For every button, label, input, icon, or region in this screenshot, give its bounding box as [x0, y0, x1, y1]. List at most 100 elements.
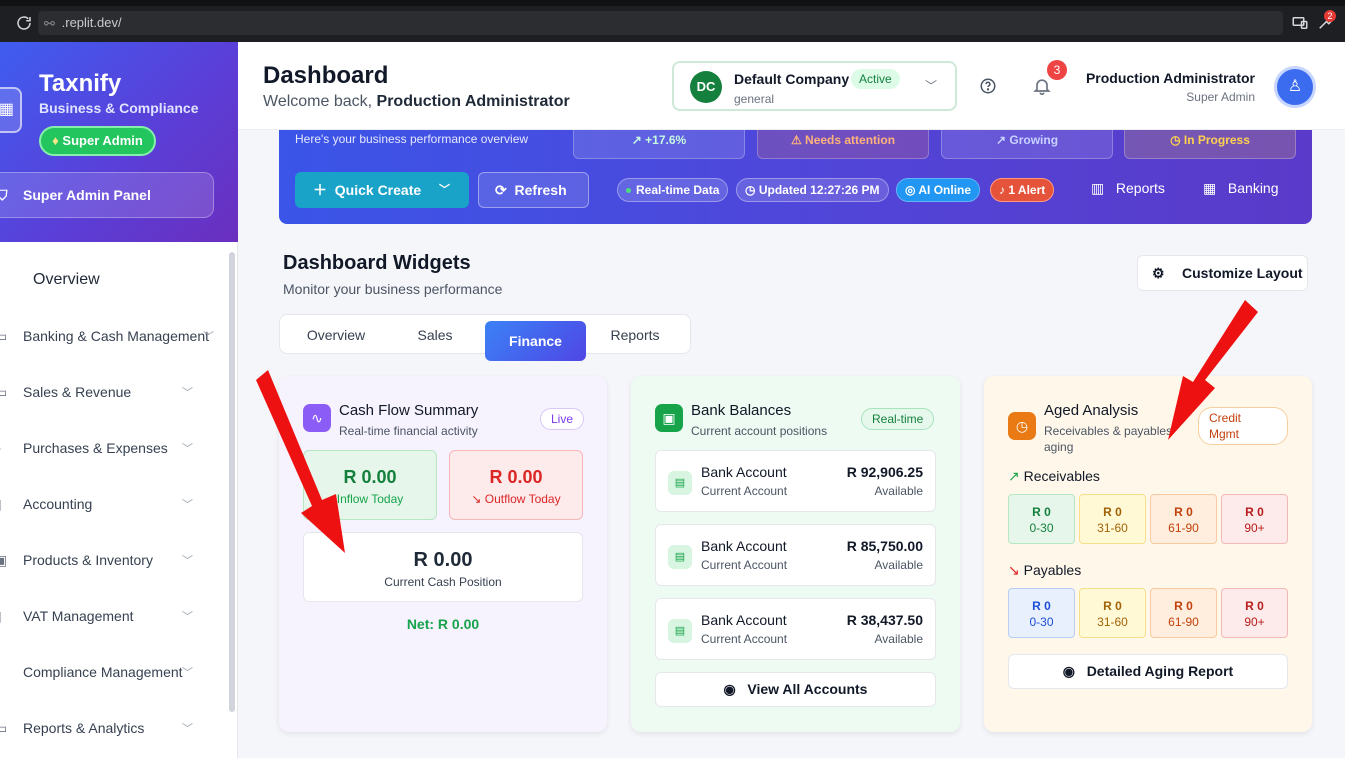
- chevron-down-icon: ﹀: [182, 387, 193, 399]
- quick-create-button[interactable]: ＋ Quick Create ﹀: [295, 172, 469, 208]
- live-badge: Live: [540, 408, 585, 430]
- aging-range: 61-90: [1168, 615, 1199, 629]
- account-row[interactable]: ▤ Bank Account Current Account R 85,750.…: [655, 524, 936, 586]
- aging-bucket[interactable]: R 0 31-60: [1079, 588, 1146, 638]
- sidebar-item-label: Overview: [33, 271, 100, 288]
- updated-time-label: Updated 12:27:26 PM: [758, 183, 880, 197]
- view-all-accounts-button[interactable]: ◉ View All Accounts: [655, 672, 936, 707]
- banking-link[interactable]: ▦ Banking: [1203, 180, 1279, 197]
- realtime-badge: Real-time: [861, 408, 935, 430]
- account-row[interactable]: ▤ Bank Account Current Account R 92,906.…: [655, 450, 936, 512]
- chevron-down-icon: ﹀: [925, 79, 938, 93]
- url-text: .replit.dev/: [61, 15, 122, 30]
- outflow-box: R 0.00 ↘ Outflow Today: [449, 450, 583, 520]
- sidebar-item-vat[interactable]: ▯ VAT Management ﹀: [0, 588, 226, 644]
- super-admin-panel-button[interactable]: ⛉ Super Admin Panel: [0, 172, 214, 218]
- payables-heading: ↘ Payables: [1008, 562, 1081, 579]
- bell-icon[interactable]: [1032, 76, 1052, 96]
- chevron-down-icon: ﹀: [182, 611, 193, 623]
- user-name: Production Administrator: [1085, 70, 1255, 86]
- reports-link[interactable]: ▥ Reports: [1091, 180, 1165, 197]
- hero-stat-progress: ◷ In Progress: [1124, 130, 1296, 159]
- gear-icon: ⚙: [1152, 265, 1165, 281]
- company-status-badge: Active: [851, 69, 900, 89]
- chevron-down-icon: ﹀: [182, 499, 193, 511]
- sidebar-item-sales[interactable]: ▭ Sales & Revenue ﹀: [0, 364, 226, 420]
- aging-value: R 0: [1174, 505, 1193, 519]
- card-subtitle: Receivables & payables aging: [1044, 423, 1172, 455]
- bank-card-icon: ▤: [668, 619, 692, 643]
- sidebar: ▦ Taxnify Business & Compliance ♦ Super …: [0, 42, 238, 758]
- company-name: Default Company: [734, 71, 850, 87]
- card-subtitle-line1: Receivables & payables: [1044, 424, 1173, 438]
- inflow-value: R 0.00: [343, 467, 397, 487]
- aging-bucket[interactable]: R 0 0-30: [1008, 494, 1075, 544]
- receipt-icon: ▯: [0, 608, 8, 625]
- sidebar-item-products[interactable]: ▣ Products & Inventory ﹀: [0, 532, 226, 588]
- sidebar-item-banking[interactable]: ▭ Banking & Cash Management ﹀: [0, 308, 226, 364]
- avatar[interactable]: ♙: [1274, 66, 1316, 108]
- sidebar-item-label: Accounting: [23, 496, 93, 512]
- aging-bucket[interactable]: R 0 90+: [1221, 494, 1288, 544]
- updated-time-pill: ◷ Updated 12:27:26 PM: [736, 178, 889, 202]
- aging-bucket[interactable]: R 0 31-60: [1079, 494, 1146, 544]
- aging-value: R 0: [1174, 599, 1193, 613]
- banking-link-label: Banking: [1227, 180, 1279, 196]
- customize-layout-button[interactable]: ⚙ Customize Layout: [1137, 255, 1308, 291]
- sidebar-item-overview[interactable]: ⌞ Overview: [0, 252, 226, 308]
- sidebar-item-compliance[interactable]: ◖ Compliance Management ﹀: [0, 644, 226, 700]
- cash-position-box: R 0.00 Current Cash Position: [303, 532, 583, 602]
- sidebar-item-accounting[interactable]: ▯ Accounting ﹀: [0, 476, 226, 532]
- help-icon[interactable]: [979, 77, 997, 95]
- chevron-down-icon: ﹀: [182, 723, 193, 735]
- sales-icon: ▭: [0, 383, 8, 400]
- chevron-down-icon: ﹀: [439, 184, 450, 196]
- sidebar-scrollbar[interactable]: [229, 252, 235, 712]
- realtime-data-pill: Real-time Data: [617, 178, 729, 202]
- ai-online-label: AI Online: [918, 183, 972, 197]
- address-bar[interactable]: ⚯ .replit.dev/: [38, 11, 1283, 35]
- cast-icon[interactable]: [1291, 14, 1309, 32]
- tab-overview[interactable]: Overview: [295, 315, 377, 355]
- hero-text: Here's your business performance overvie…: [295, 132, 529, 146]
- refresh-button[interactable]: ⟳ Refresh: [478, 172, 589, 208]
- alert-pill[interactable]: ♪ 1 Alert: [990, 178, 1055, 202]
- credit-mgmt-badge: Credit Mgmt: [1198, 407, 1288, 445]
- detailed-aging-report-button[interactable]: ◉ Detailed Aging Report: [1008, 654, 1288, 689]
- aging-bucket[interactable]: R 0 61-90: [1150, 588, 1217, 638]
- refresh-icon: ⟳: [495, 182, 507, 198]
- tab-finance[interactable]: Finance: [485, 321, 586, 361]
- building-icon: ▦: [1203, 180, 1217, 196]
- user-icon: ♙: [1287, 78, 1303, 95]
- super-admin-panel-label: Super Admin Panel: [23, 187, 151, 203]
- net-value: Net: R 0.00: [406, 616, 480, 632]
- arrow-down-right-icon: ↘: [1008, 562, 1020, 578]
- extension-badge: 2: [1324, 10, 1336, 22]
- aging-bucket[interactable]: R 0 90+: [1221, 588, 1288, 638]
- notification-badge: 3: [1047, 60, 1067, 80]
- aging-bucket[interactable]: R 0 61-90: [1150, 494, 1217, 544]
- account-status: Available: [874, 558, 923, 572]
- tab-reports[interactable]: Reports: [595, 315, 675, 355]
- hero-stat-attention: ⚠ Needs attention: [757, 130, 929, 159]
- tab-sales[interactable]: Sales: [395, 315, 475, 355]
- account-type: Current Account: [701, 632, 788, 646]
- company-selector[interactable]: DC Default Company Active general ﹀: [672, 61, 957, 111]
- sidebar-item-reports[interactable]: ▭ Reports & Analytics ﹀: [0, 700, 226, 756]
- sidebar-item-purchases[interactable]: ⌕ Purchases & Expenses ﹀: [0, 420, 226, 476]
- cash-position-label: Current Cash Position: [384, 575, 502, 589]
- account-row[interactable]: ▤ Bank Account Current Account R 38,437.…: [655, 598, 936, 660]
- hero-banner: Here's your business performance overvie…: [279, 130, 1312, 224]
- reload-icon[interactable]: [15, 14, 33, 32]
- sidebar-item-label: Products & Inventory: [23, 552, 153, 568]
- welcome-text: Welcome back, Production Administrator: [263, 93, 570, 111]
- role-badge-label: Super Admin: [62, 133, 143, 148]
- flame-icon: ♦: [52, 133, 59, 148]
- plus-icon: ＋: [313, 182, 327, 198]
- aging-bucket[interactable]: R 0 0-30: [1008, 588, 1075, 638]
- chevron-down-icon: ﹀: [182, 555, 193, 567]
- alert-label: 1 Alert: [1008, 183, 1046, 197]
- account-name: Bank Account: [701, 538, 787, 554]
- account-amount: R 85,750.00: [846, 538, 923, 554]
- chart-line-icon: ⌞: [0, 272, 8, 289]
